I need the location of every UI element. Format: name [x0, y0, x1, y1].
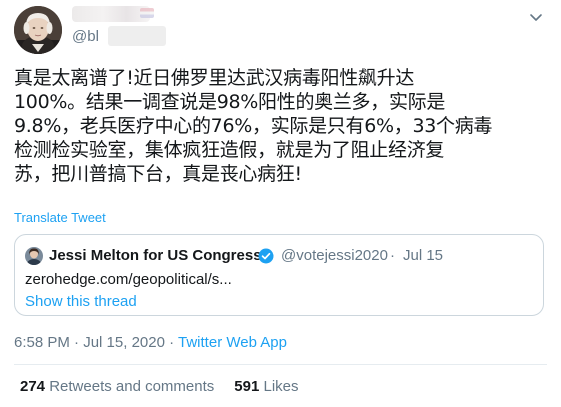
retweets-stat[interactable]: 274 Retweets and comments [20, 378, 214, 395]
meta-separator: · [164, 334, 179, 351]
quoted-date[interactable]: Jul 15 [403, 247, 443, 264]
retweets-count: 274 [20, 378, 46, 395]
tweet-line: 检测检实验室，集体疯狂造假，就是为了阻止经济复 [14, 139, 445, 161]
translate-tweet-link[interactable]: Translate Tweet [14, 210, 106, 225]
chevron-down-icon[interactable] [527, 8, 545, 26]
quoted-author-handle[interactable]: @votejessi2020 [281, 247, 388, 264]
author-avatar[interactable] [14, 6, 62, 54]
likes-stat[interactable]: 591 Likes [234, 378, 298, 395]
divider [14, 364, 547, 365]
quoted-separator: · [390, 247, 395, 264]
likes-label: Likes [263, 378, 299, 395]
quoted-link[interactable]: zerohedge.com/geopolitical/s... [25, 271, 232, 288]
author-name-redacted [72, 6, 154, 22]
tweet-line: 苏，把川普搞下台，真是丧心病狂! [14, 163, 302, 185]
flag-icon [140, 8, 154, 18]
tweet-body: 真是太离谱了!近日佛罗里达武汉病毒阳性飙升达 100%。结果一调查说是98%阳性… [14, 66, 534, 186]
author-handle-redacted [108, 26, 166, 46]
tweet-stats: 274 Retweets and comments 591 Likes [20, 378, 299, 395]
likes-count: 591 [234, 378, 260, 395]
tweet-line: 100%。结果一调查说是98%阳性的奥兰多，实际是 [14, 91, 446, 113]
retweets-label: Retweets and comments [49, 378, 215, 395]
tweet-meta: 6:58 PM · Jul 15, 2020 · Twitter Web App [14, 334, 287, 351]
tweet-date[interactable]: Jul 15, 2020 [83, 334, 165, 351]
tweet-time[interactable]: 6:58 PM [14, 334, 70, 351]
quoted-tweet-card[interactable]: Jessi Melton for US Congress @votejessi2… [14, 234, 544, 316]
tweet-line: 9.8%，老兵医疗中心的76%，实际是只有6%，33个病毒 [14, 115, 493, 137]
author-handle[interactable]: @bl [72, 28, 99, 45]
quoted-author-avatar[interactable] [25, 247, 43, 265]
quoted-author-name[interactable]: Jessi Melton for US Congress [49, 247, 262, 264]
portrait-image [14, 6, 62, 54]
tweet-line: 真是太离谱了!近日佛罗里达武汉病毒阳性飙升达 [14, 67, 415, 89]
verified-badge-icon [258, 248, 274, 264]
show-thread-link[interactable]: Show this thread [25, 293, 137, 310]
tweet-source-link[interactable]: Twitter Web App [178, 334, 287, 351]
meta-separator: · [69, 334, 84, 351]
